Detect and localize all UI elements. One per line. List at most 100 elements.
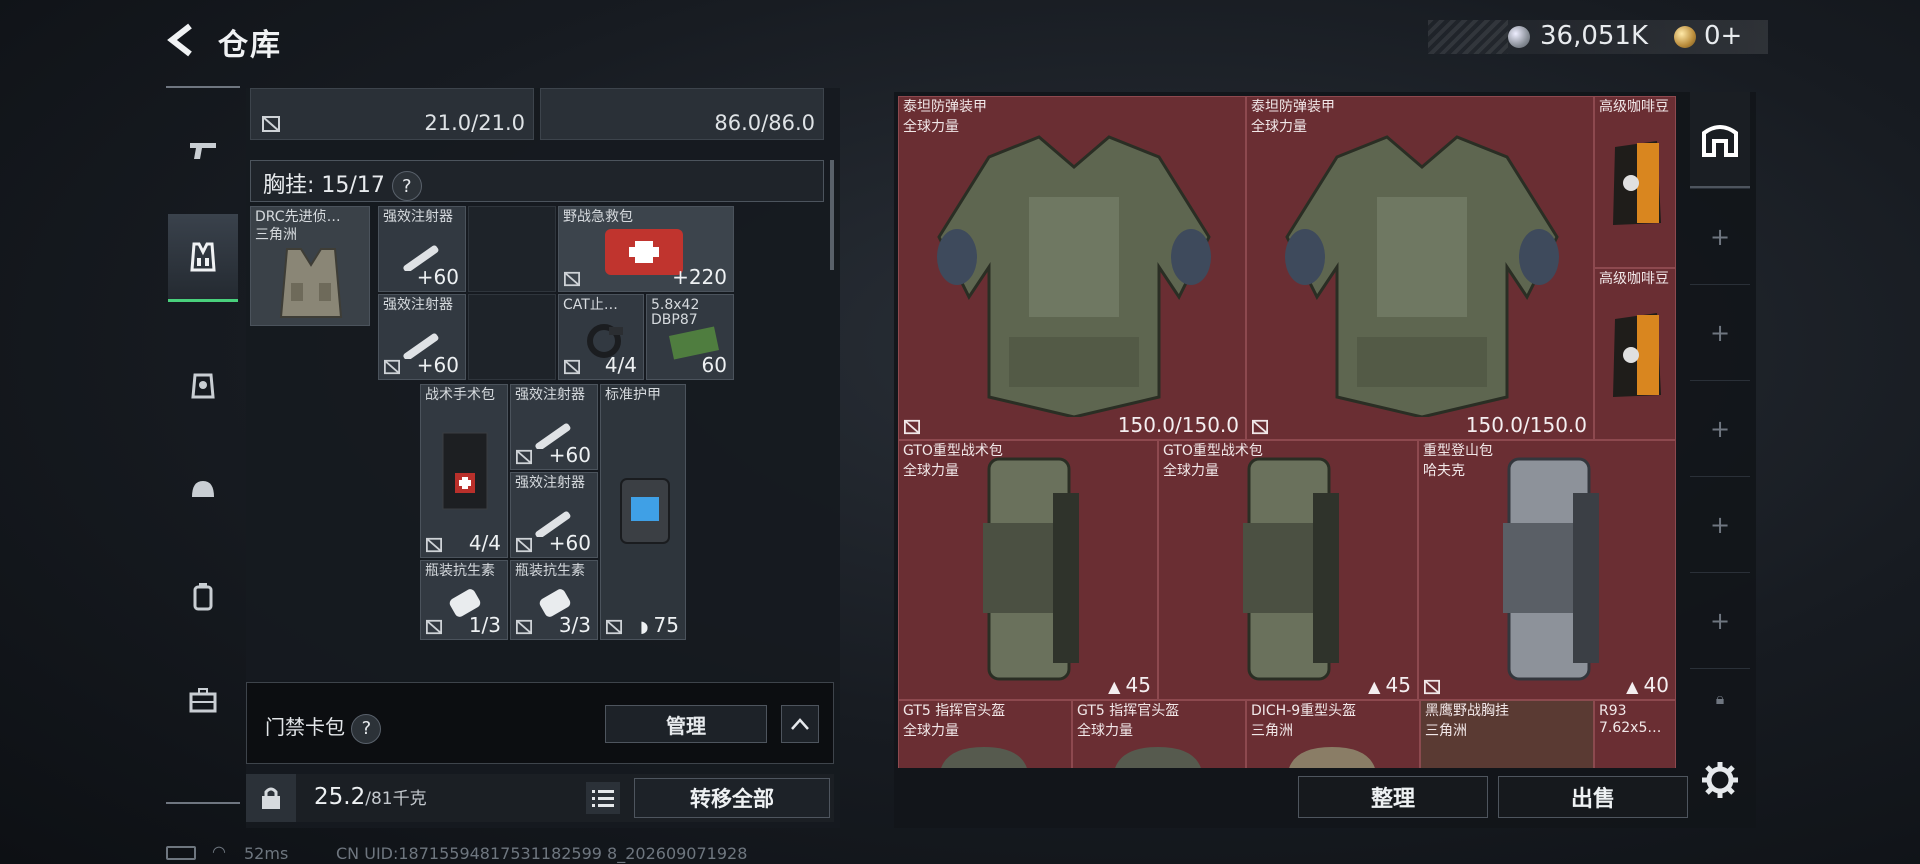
briefcase-icon	[189, 688, 217, 713]
ammo-item[interactable]: 5.8x42 DBP87 60	[646, 294, 734, 380]
body-armor-image	[937, 135, 1211, 417]
no-durability-icon	[426, 537, 442, 553]
add-page-button[interactable]: +	[1690, 476, 1750, 572]
no-durability-icon	[384, 359, 400, 375]
nav-armor[interactable]	[168, 342, 238, 430]
nav-case[interactable]	[168, 656, 238, 744]
vest-icon	[190, 242, 216, 271]
backpack-image	[1503, 457, 1599, 681]
surgery-kit-image	[442, 432, 488, 510]
settings-gear-icon[interactable]	[1700, 760, 1740, 800]
no-durability-icon	[1424, 679, 1440, 695]
armor-plate-image	[620, 478, 670, 544]
equipment-slot[interactable]: 21.0/21.0	[250, 88, 534, 140]
chest-rig-header: 胸挂: 15/17 ?	[250, 160, 824, 202]
sort-button[interactable]: 整理	[1298, 776, 1488, 818]
stash-item-helmet[interactable]: GT5 指挥官头盔 全球力量	[1072, 700, 1246, 768]
add-page-button[interactable]: +	[1690, 284, 1750, 380]
wifi-icon: ◠	[212, 842, 226, 861]
body-armor-image	[1285, 135, 1559, 417]
empty-slot[interactable]	[468, 206, 556, 292]
sell-button[interactable]: 出售	[1498, 776, 1688, 818]
tourniquet-item[interactable]: CAT止… 4/4	[558, 294, 644, 380]
helmet-image	[1289, 747, 1375, 768]
locked-page: 🔒︎	[1690, 668, 1750, 728]
no-durability-icon	[564, 271, 580, 287]
battery-icon	[166, 846, 196, 860]
stash-item-backpack[interactable]: GTO重型战术包 全球力量 ▲ 45	[1158, 440, 1418, 700]
armor-plate-item[interactable]: 标准护甲 ◗ 75	[600, 384, 686, 640]
stash-item-weapon[interactable]: R93 7.62x5…	[1594, 700, 1676, 768]
keycard-case: 门禁卡包 ? 管理	[246, 682, 834, 764]
stash-item-helmet[interactable]: DICH-9重型头盔 三角洲	[1246, 700, 1420, 768]
antibiotic-item[interactable]: 瓶装抗生素 1/3	[420, 560, 508, 640]
chest-rig-item[interactable]: DRC先进侦… 三角洲	[250, 206, 370, 326]
no-durability-icon	[426, 619, 442, 635]
lock-button[interactable]	[246, 774, 296, 822]
nav-weapons[interactable]	[168, 106, 238, 194]
help-icon[interactable]: ?	[351, 713, 382, 744]
ping-value: 52ms	[244, 844, 289, 863]
collapse-button[interactable]	[781, 705, 819, 743]
list-icon	[592, 790, 614, 807]
no-durability-icon	[262, 116, 280, 132]
armor-icon	[191, 373, 215, 399]
carry-weight: 25.2/81千克	[314, 784, 427, 810]
helmet-image	[1115, 747, 1201, 768]
scrollbar[interactable]	[830, 160, 834, 270]
list-view-button[interactable]	[586, 782, 620, 814]
injector-item[interactable]: 强效注射器 +60	[510, 472, 598, 558]
capacity-icon: ▲	[1108, 677, 1126, 696]
backpack-image	[983, 457, 1079, 681]
transfer-all-button[interactable]: 转移全部	[634, 778, 830, 818]
vest-image	[279, 248, 343, 318]
gold-coin-icon	[1674, 26, 1696, 48]
nav-helmet[interactable]	[168, 446, 238, 534]
currency-bar: 36,051K 0+	[1428, 20, 1768, 54]
armor-value: ◗ 75	[640, 613, 679, 637]
stash-item-coffee[interactable]: 高级咖啡豆	[1594, 96, 1676, 268]
stash-item-coffee[interactable]: 高级咖啡豆	[1594, 268, 1676, 440]
add-page-button[interactable]: +	[1690, 380, 1750, 476]
helmet-image	[941, 747, 1027, 768]
equipment-slot[interactable]: 86.0/86.0	[540, 88, 824, 140]
add-page-button[interactable]: +	[1690, 572, 1750, 668]
stash-item-armor[interactable]: 泰坦防弹装甲 全球力量 150.0/150.0	[1246, 96, 1594, 440]
stash-item-helmet[interactable]: GT5 指挥官头盔 全球力量	[898, 700, 1072, 768]
lock-icon	[262, 787, 280, 809]
help-icon[interactable]: ?	[391, 171, 422, 201]
capacity-icon: ▲	[1626, 677, 1644, 696]
page-title: 仓库	[218, 28, 282, 63]
injector-item[interactable]: 强效注射器 +60	[510, 384, 598, 470]
empty-slot[interactable]	[468, 294, 556, 380]
stash-item-armor[interactable]: 泰坦防弹装甲 全球力量 150.0/150.0	[898, 96, 1246, 440]
keycard-label: 门禁卡包	[265, 715, 345, 739]
first-aid-kit-item[interactable]: 野战急救包 +220	[558, 206, 734, 292]
stash-item-backpack[interactable]: 重型登山包 哈夫克 ▲ 40	[1418, 440, 1676, 700]
gold-currency-amount[interactable]: 0+	[1704, 21, 1742, 51]
injector-item[interactable]: 强效注射器 +60	[378, 206, 466, 292]
chest-rig-capacity: 15/17	[321, 173, 385, 198]
surgery-kit-item[interactable]: 战术手术包 4/4	[420, 384, 508, 558]
manage-button[interactable]: 管理	[605, 705, 767, 743]
silver-currency-amount: 36,051K	[1540, 21, 1649, 51]
chevron-up-icon	[791, 718, 809, 730]
no-durability-icon	[516, 449, 532, 465]
add-page-button[interactable]: +	[1690, 188, 1750, 284]
nav-backpack[interactable]	[168, 552, 238, 640]
nav-chest-rig[interactable]	[168, 214, 238, 302]
no-durability-icon	[564, 359, 580, 375]
no-durability-icon	[904, 419, 920, 435]
no-durability-icon	[606, 619, 622, 635]
back-arrow-icon[interactable]	[162, 20, 202, 60]
shield-icon: ◗	[640, 617, 654, 636]
stash-item-chest-rig[interactable]: 黑鹰野战胸挂 三角洲	[1420, 700, 1594, 768]
stash-page-home[interactable]	[1690, 92, 1750, 188]
stash-item-backpack[interactable]: GTO重型战术包 全球力量 ▲ 45	[898, 440, 1158, 700]
category-nav	[166, 86, 240, 806]
stash-page-rail: + + + + + 🔒︎	[1690, 92, 1752, 828]
no-durability-icon	[516, 619, 532, 635]
injector-item[interactable]: 强效注射器 +60	[378, 294, 466, 380]
chest-rig-label: 胸挂:	[263, 173, 315, 198]
antibiotic-item[interactable]: 瓶装抗生素 3/3	[510, 560, 598, 640]
